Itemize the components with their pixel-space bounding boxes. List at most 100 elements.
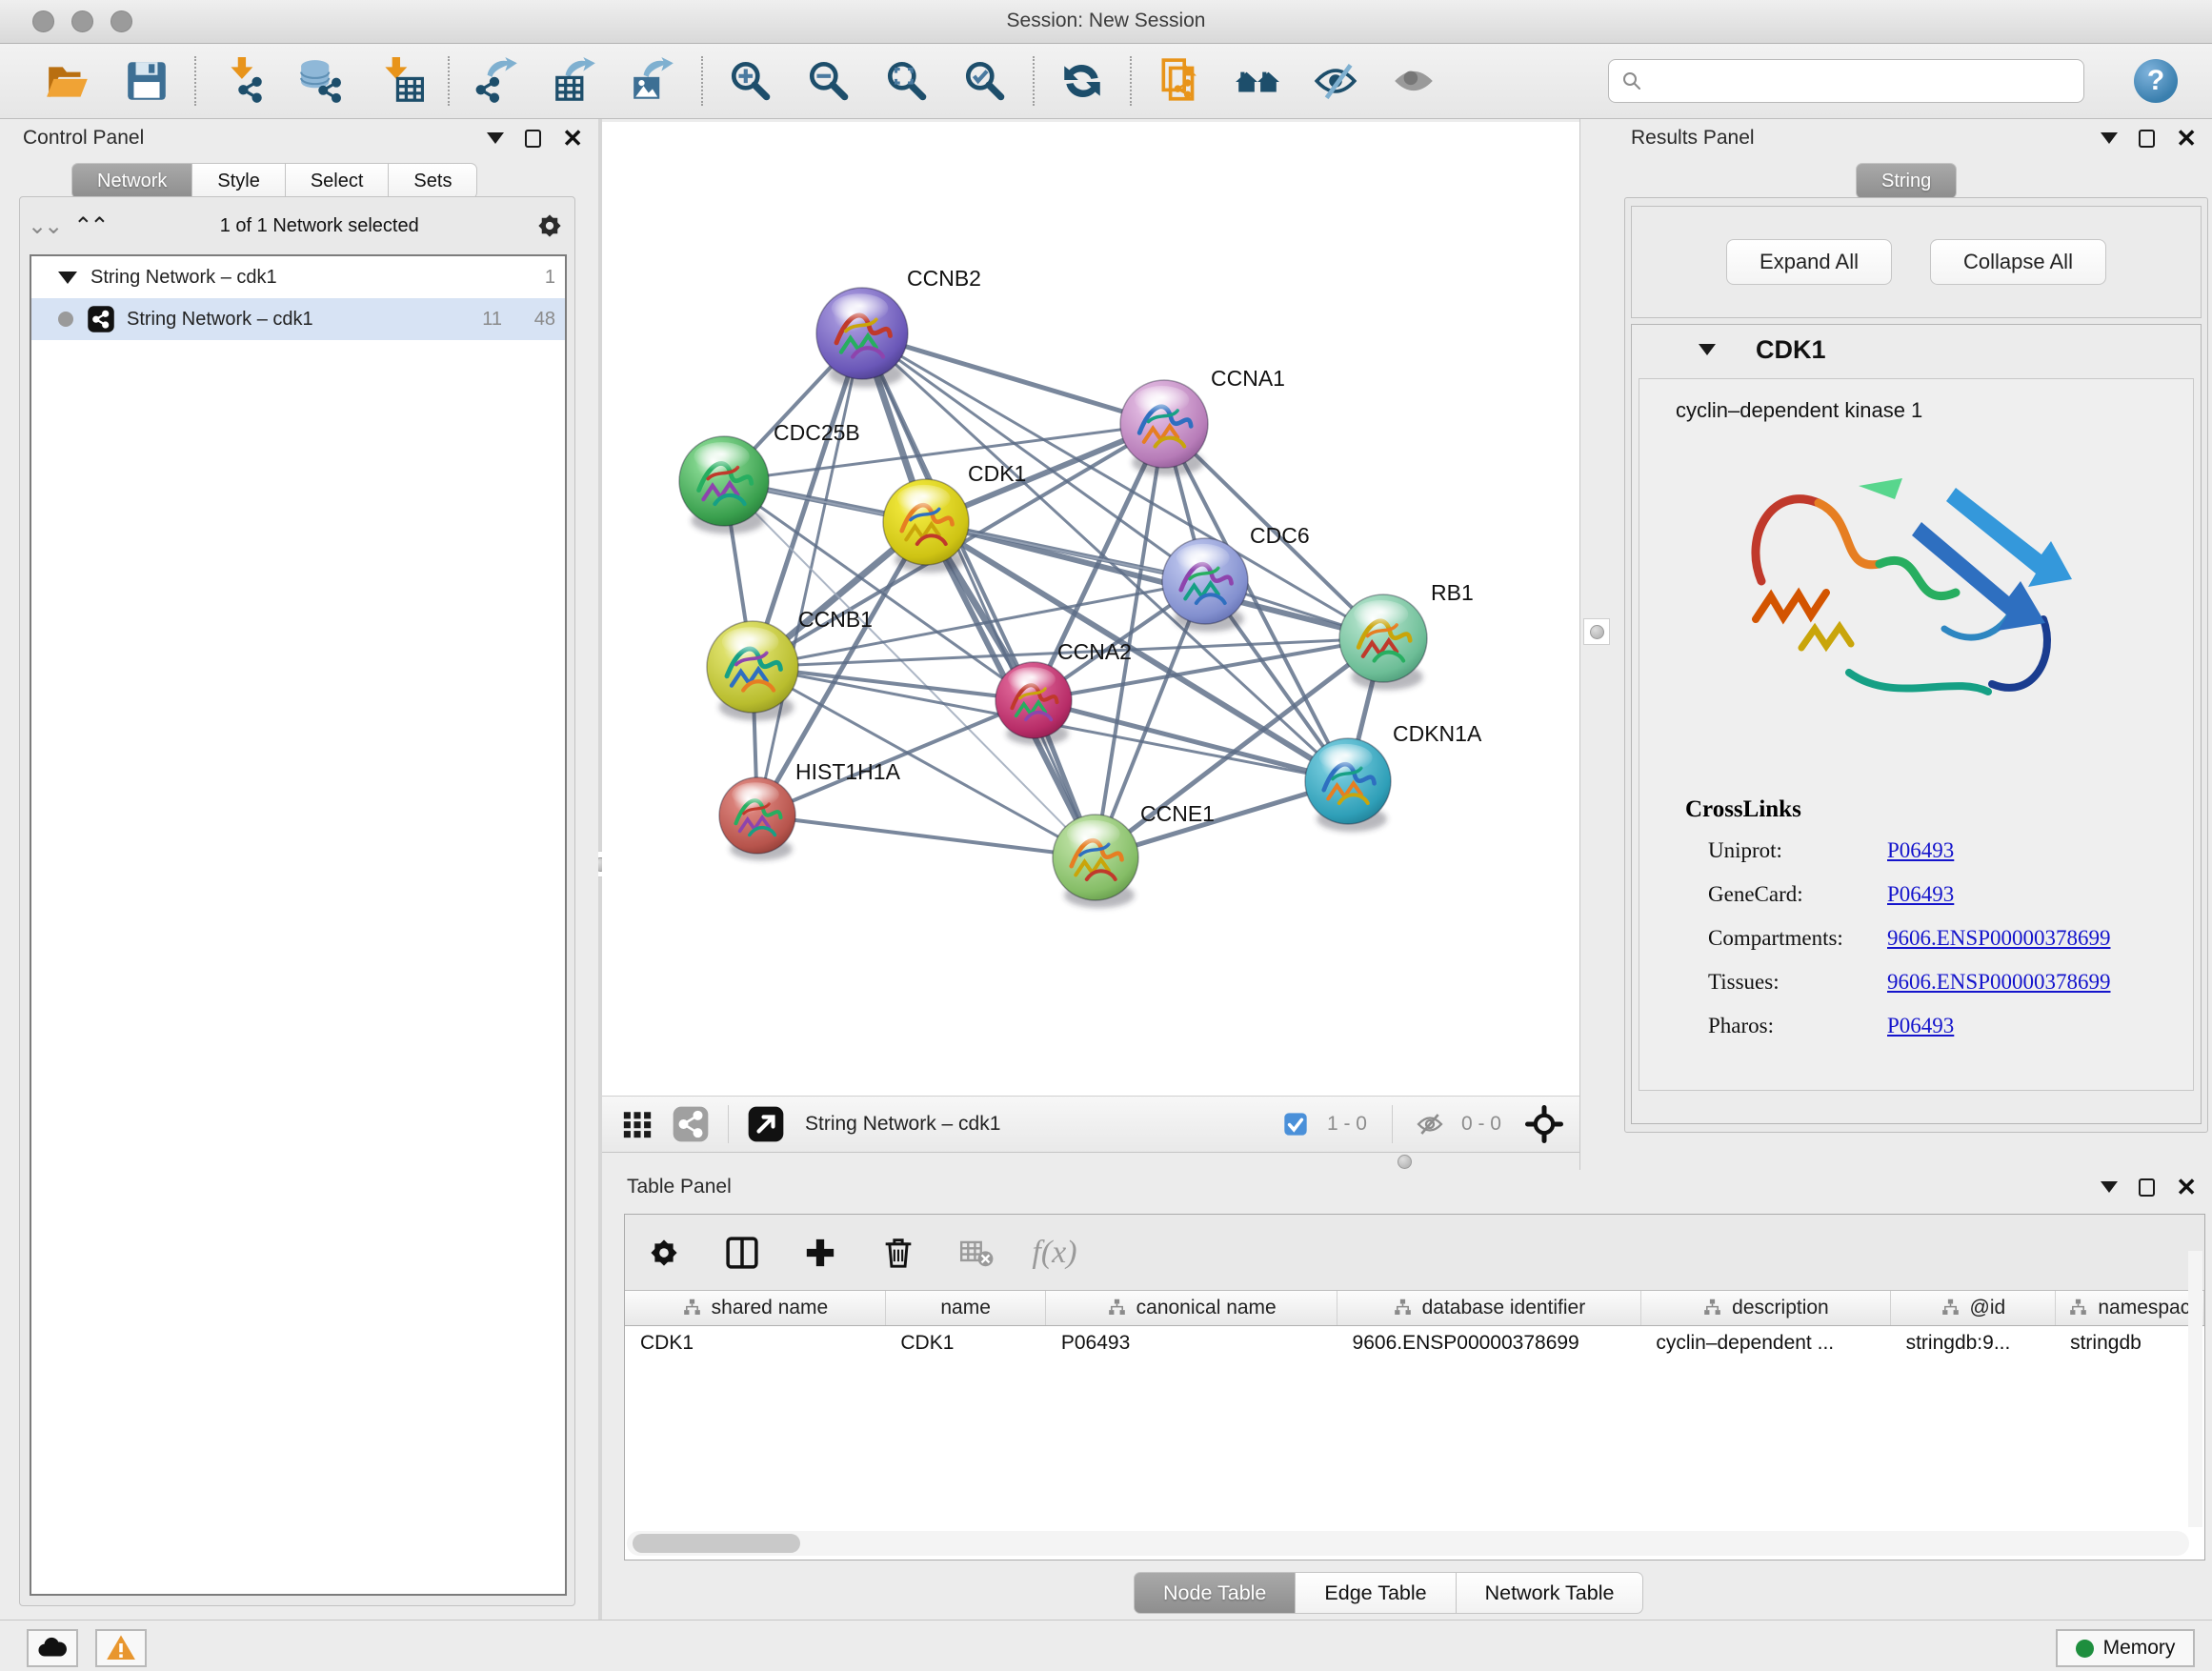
crosslink-link[interactable]: 9606.ENSP00000378699 bbox=[1887, 970, 2111, 995]
node-CDC25B[interactable]: CDC25B bbox=[679, 420, 860, 534]
import-network-file-icon[interactable] bbox=[219, 56, 269, 106]
tab-node-table[interactable]: Node Table bbox=[1134, 1572, 1296, 1614]
zoom-fit-content-icon[interactable] bbox=[882, 56, 932, 106]
memory-button[interactable]: Memory bbox=[2056, 1629, 2195, 1667]
table-options-gear-icon[interactable] bbox=[642, 1231, 686, 1275]
network-options-gear-icon[interactable] bbox=[533, 209, 567, 243]
warnings-button[interactable] bbox=[95, 1629, 147, 1667]
create-column-icon[interactable] bbox=[798, 1231, 842, 1275]
expand-all-button[interactable]: Expand All bbox=[1726, 239, 1892, 285]
zoom-selected-icon[interactable] bbox=[960, 56, 1010, 106]
birds-eye-crosshair-icon[interactable] bbox=[1522, 1102, 1566, 1146]
crosslink-label: Tissues: bbox=[1708, 970, 1780, 994]
scrollbar-thumb[interactable] bbox=[633, 1534, 800, 1553]
results-panel-collapse-icon[interactable] bbox=[2101, 132, 2118, 144]
first-neighbors-icon[interactable] bbox=[1233, 56, 1282, 106]
tab-network[interactable]: Network bbox=[71, 163, 192, 199]
selected-node-edge-counts: 1 - 0 bbox=[1327, 1113, 1367, 1136]
save-session-icon[interactable] bbox=[122, 56, 171, 106]
control-panel-float-icon[interactable] bbox=[525, 130, 541, 148]
results-panel-close-icon[interactable]: ✕ bbox=[2176, 130, 2197, 148]
control-panel-collapse-icon[interactable] bbox=[487, 132, 504, 144]
table-row[interactable]: CDK1CDK1P064939606.ENSP00000378699cyclin… bbox=[625, 1325, 2204, 1361]
table-panel-float-icon[interactable] bbox=[2139, 1178, 2155, 1197]
horizontal-splitter-handle[interactable] bbox=[1398, 1155, 1412, 1169]
table-panel-collapse-icon[interactable] bbox=[2101, 1181, 2118, 1193]
crosslink-link[interactable]: P06493 bbox=[1887, 1014, 1954, 1038]
export-network-icon[interactable] bbox=[473, 56, 522, 106]
grid-view-icon[interactable] bbox=[615, 1102, 659, 1146]
tab-select[interactable]: Select bbox=[286, 163, 390, 199]
table-panel-close-icon[interactable]: ✕ bbox=[2176, 1178, 2197, 1197]
network-view-canvas[interactable]: CCNB2 CCNA1 CDC25B CDK1 bbox=[602, 122, 1579, 1096]
control-panel-close-icon[interactable]: ✕ bbox=[562, 130, 583, 148]
open-session-icon[interactable] bbox=[44, 56, 93, 106]
network-row[interactable]: String Network – cdk1 11 48 bbox=[31, 298, 565, 340]
node-CCNA1[interactable]: CCNA1 bbox=[1120, 366, 1285, 475]
node-RB1[interactable]: RB1 bbox=[1339, 580, 1474, 690]
right-splitter-handle[interactable] bbox=[1583, 618, 1610, 645]
selected-checkbox-icon[interactable] bbox=[1274, 1102, 1317, 1146]
new-network-from-selection-icon[interactable] bbox=[1155, 56, 1204, 106]
column-header-canonical-name[interactable]: canonical name bbox=[1046, 1291, 1337, 1325]
collapse-all-networks-icon[interactable]: ⌄⌄ bbox=[28, 212, 60, 240]
export-table-icon[interactable] bbox=[551, 56, 600, 106]
column-header-description[interactable]: description bbox=[1640, 1291, 1890, 1325]
tab-style[interactable]: Style bbox=[192, 163, 285, 199]
horizontal-splitter[interactable] bbox=[602, 1153, 1579, 1170]
delete-column-icon[interactable] bbox=[876, 1231, 920, 1275]
hidden-eye-icon[interactable] bbox=[1408, 1102, 1452, 1146]
right-panel-splitter[interactable] bbox=[1579, 119, 1619, 1170]
minimize-window-button[interactable] bbox=[71, 10, 93, 32]
node-CCNB2[interactable]: CCNB2 bbox=[816, 266, 981, 388]
import-table-file-icon[interactable] bbox=[375, 56, 425, 106]
tab-string[interactable]: String bbox=[1856, 163, 1957, 199]
results-panel-float-icon[interactable] bbox=[2139, 130, 2155, 148]
import-network-database-icon[interactable] bbox=[297, 56, 347, 106]
tab-network-table[interactable]: Network Table bbox=[1457, 1572, 1644, 1614]
search-box[interactable] bbox=[1608, 59, 2084, 103]
tab-sets[interactable]: Sets bbox=[389, 163, 477, 199]
close-window-button[interactable] bbox=[32, 10, 54, 32]
help-button[interactable]: ? bbox=[2134, 59, 2178, 103]
title-bar: Session: New Session bbox=[0, 0, 2212, 44]
column-type-icon bbox=[1393, 1298, 1413, 1318]
zoom-out-icon[interactable] bbox=[804, 56, 854, 106]
warning-icon bbox=[105, 1632, 137, 1664]
open-in-window-icon[interactable] bbox=[744, 1102, 788, 1146]
collapse-all-button[interactable]: Collapse All bbox=[1930, 239, 2106, 285]
zoom-in-icon[interactable] bbox=[726, 56, 775, 106]
zoom-window-button[interactable] bbox=[111, 10, 132, 32]
network-graph[interactable]: CCNB2 CCNA1 CDC25B CDK1 bbox=[602, 122, 1579, 1096]
network-collection-row[interactable]: String Network – cdk1 1 bbox=[31, 256, 565, 298]
column-header-shared-name[interactable]: shared name bbox=[625, 1291, 885, 1325]
column-header-namespac[interactable]: namespac bbox=[2055, 1291, 2203, 1325]
node-HIST1H1A[interactable]: HIST1H1A bbox=[719, 759, 901, 860]
cloud-status-button[interactable] bbox=[27, 1629, 78, 1667]
crosslink-link[interactable]: P06493 bbox=[1887, 838, 1954, 863]
refresh-layout-icon[interactable] bbox=[1057, 56, 1107, 106]
search-input[interactable] bbox=[1651, 70, 2072, 92]
node-label-CCNA1: CCNA1 bbox=[1211, 366, 1285, 391]
entry-collapse-icon[interactable] bbox=[1699, 344, 1716, 355]
expand-all-networks-icon[interactable]: ⌃⌃ bbox=[73, 212, 106, 240]
column-header-database-identifier[interactable]: database identifier bbox=[1337, 1291, 1641, 1325]
column-header-name[interactable]: name bbox=[885, 1291, 1045, 1325]
edge-CCNA2-HIST1H1A[interactable] bbox=[757, 700, 1034, 815]
crosslink-link[interactable]: P06493 bbox=[1887, 882, 1954, 907]
tree-expand-icon[interactable] bbox=[58, 272, 77, 284]
export-image-icon[interactable] bbox=[629, 56, 678, 106]
show-all-icon[interactable] bbox=[1389, 56, 1438, 106]
table-vertical-scrollbar[interactable] bbox=[2188, 1251, 2202, 1527]
edge-HIST1H1A-CCNE1[interactable] bbox=[757, 815, 1096, 857]
table-horizontal-scrollbar[interactable] bbox=[627, 1531, 2189, 1556]
crosslink-link[interactable]: 9606.ENSP00000378699 bbox=[1887, 926, 2111, 951]
network-share-icon[interactable] bbox=[669, 1102, 713, 1146]
column-header-@id[interactable]: @id bbox=[1891, 1291, 2056, 1325]
edge-CCNB2-HIST1H1A[interactable] bbox=[757, 333, 862, 815]
hide-selected-icon[interactable] bbox=[1311, 56, 1360, 106]
tab-edge-table[interactable]: Edge Table bbox=[1296, 1572, 1456, 1614]
node-CDKN1A[interactable]: CDKN1A bbox=[1305, 721, 1482, 832]
show-columns-icon[interactable] bbox=[720, 1231, 764, 1275]
edge-CCNB2-CCNA1[interactable] bbox=[862, 333, 1164, 424]
